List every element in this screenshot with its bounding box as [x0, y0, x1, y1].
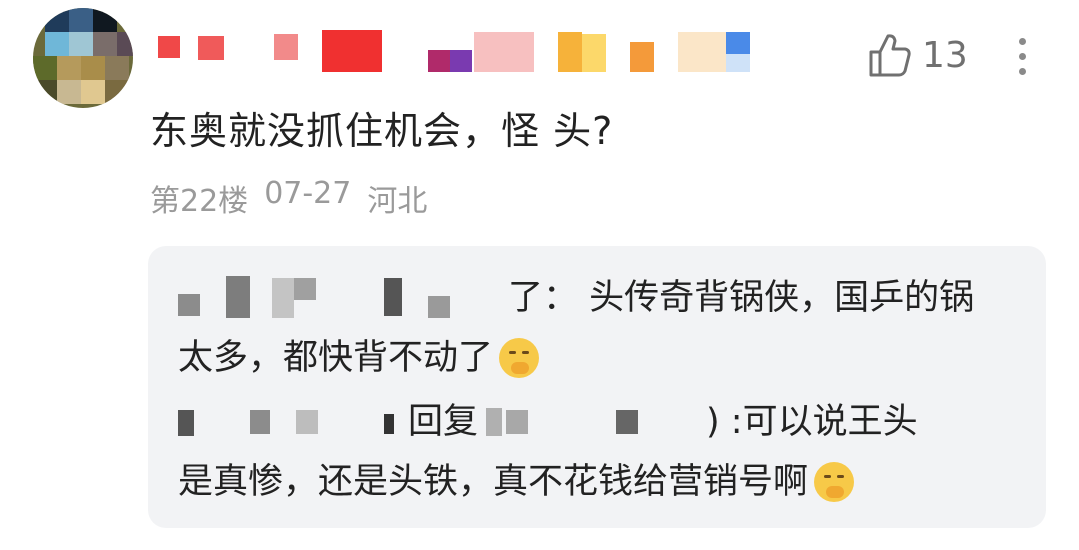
reply-item[interactable]: 了： 头传奇背锅侠，国乒的锅 太多，都快背不动了 — [178, 268, 1016, 388]
like-count: 13 — [922, 34, 968, 76]
comment-location: 河北 — [367, 184, 428, 219]
more-vertical-icon[interactable] — [1009, 38, 1035, 80]
thumbs-up-icon — [869, 34, 911, 77]
reply-text: 了： 头传奇背锅侠，国乒的锅 — [508, 278, 975, 318]
reply-text: ) :可以说王头 — [706, 402, 918, 442]
comment-date: 07-27 — [264, 176, 352, 211]
avatar[interactable] — [33, 8, 133, 108]
reply-text-continued: 太多，都快背不动了 — [178, 338, 494, 378]
reply-author-redacted[interactable] — [178, 274, 508, 322]
author-name-redacted[interactable] — [150, 28, 770, 76]
comment-meta: 第22楼 07-27 河北 — [150, 176, 427, 220]
like-button[interactable]: 13 — [868, 32, 968, 78]
comment-text: 东奥就没抓住机会，怪 头? — [150, 109, 614, 153]
face-with-hand-over-mouth-emoji — [499, 338, 540, 378]
reply-word: 回复 — [408, 402, 479, 442]
reply-item[interactable]: 回复 ) :可以说王头 是真惨，还是头铁，真不花钱给营销号啊 — [178, 392, 1016, 512]
face-with-hand-over-mouth-emoji — [814, 462, 855, 502]
reply-author-redacted[interactable] — [178, 398, 408, 446]
replies-box[interactable]: 了： 头传奇背锅侠，国乒的锅 太多，都快背不动了 回复 ) :可以说王头 是真惨… — [148, 246, 1046, 528]
floor-number: 第22楼 — [150, 184, 249, 219]
reply-text-continued: 是真惨，还是头铁，真不花钱给营销号啊 — [178, 462, 809, 502]
reply-target-redacted[interactable] — [486, 398, 706, 446]
